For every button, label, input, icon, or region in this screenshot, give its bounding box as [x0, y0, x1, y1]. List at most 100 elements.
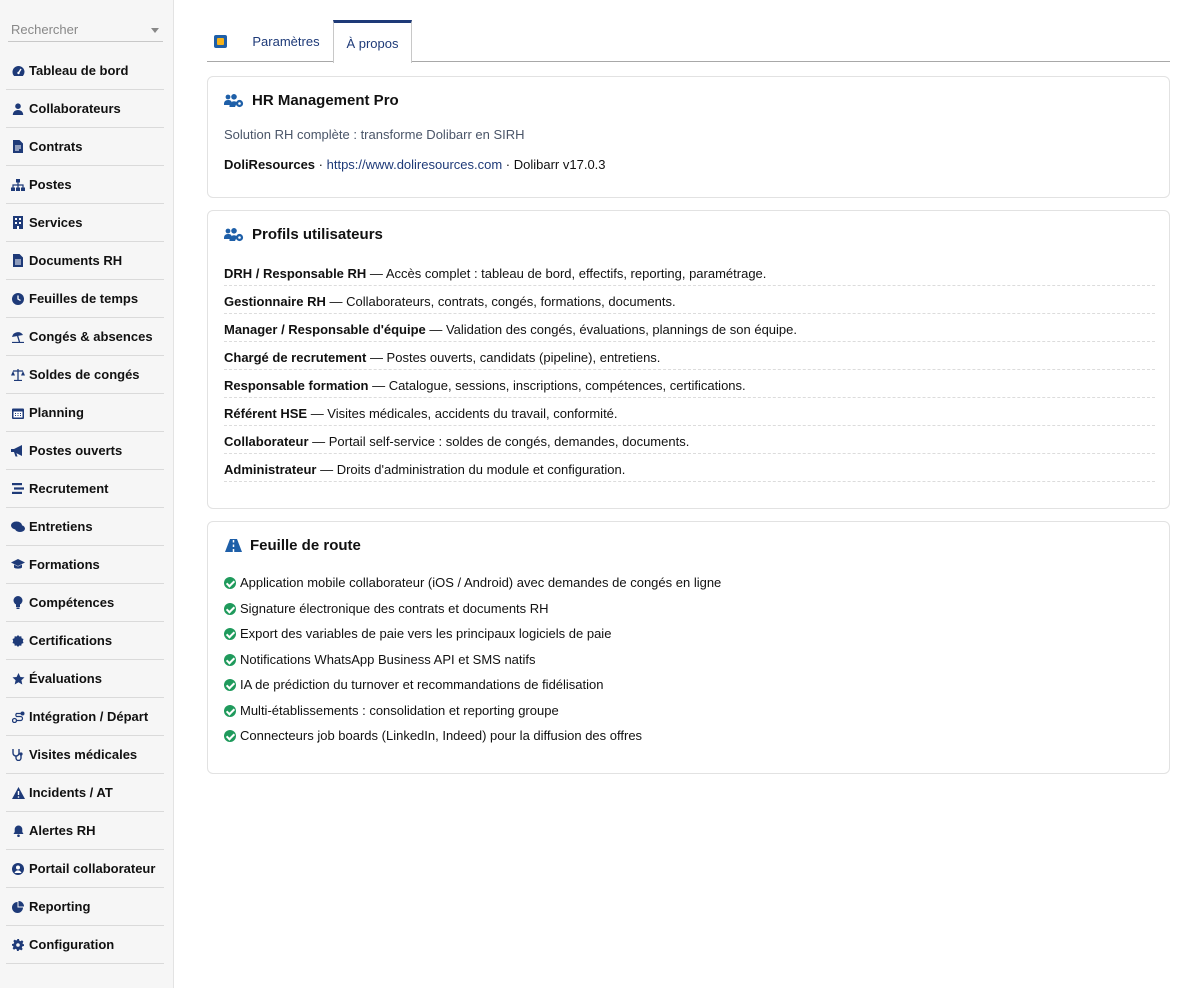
tab-label: À propos: [346, 35, 399, 51]
star-icon: [11, 672, 25, 686]
sidebar-item-label: Certifications: [29, 633, 113, 648]
profile-role: Chargé de recrutement: [224, 350, 367, 365]
check-circle-icon: [224, 602, 236, 615]
profile-row: DRH / Responsable RH — Accès complet : t…: [224, 266, 1155, 286]
sidebar-item-formations[interactable]: Formations: [6, 546, 164, 584]
sidebar-menu: Tableau de bord Collaborateurs Contrats …: [6, 52, 164, 964]
about-subtitle: Solution RH complète : transforme Doliba…: [224, 127, 525, 142]
sidebar-item-postes-ouverts[interactable]: Postes ouverts: [6, 432, 164, 470]
roadmap-item: Multi-établissements : consolidation et …: [224, 703, 559, 718]
sidebar-item-integration-depart[interactable]: Intégration / Départ: [6, 698, 164, 736]
stethoscope-icon: [11, 748, 25, 762]
sidebar-item-portail-collaborateur[interactable]: Portail collaborateur: [6, 850, 164, 888]
profile-desc: — Catalogue, sessions, inscriptions, com…: [368, 378, 746, 393]
sidebar-item-reporting[interactable]: Reporting: [6, 888, 164, 926]
sidebar-item-documents-rh[interactable]: Documents RH: [6, 242, 164, 280]
profile-desc: — Accès complet : tableau de bord, effec…: [366, 266, 767, 281]
profile-row: Administrateur — Droits d'administration…: [224, 462, 1155, 482]
roadmap-title-text: Feuille de route: [250, 537, 361, 554]
sidebar-item-certifications[interactable]: Certifications: [6, 622, 164, 660]
sidebar-item-conges-absences[interactable]: Congés & absences: [6, 318, 164, 356]
sidebar-item-label: Soldes de congés: [29, 367, 140, 382]
about-meta: DoliResources · https://www.doliresource…: [224, 157, 606, 172]
profile-desc: — Portail self-service : soldes de congé…: [308, 434, 690, 449]
profile-desc: — Postes ouverts, candidats (pipeline), …: [366, 350, 661, 365]
profile-row: Collaborateur — Portail self-service : s…: [224, 434, 1155, 454]
user-icon: [11, 102, 25, 116]
bell-icon: [11, 824, 25, 838]
sidebar-item-alertes-rh[interactable]: Alertes RH: [6, 812, 164, 850]
profile-desc: — Validation des congés, évaluations, pl…: [425, 322, 797, 337]
dashboard-icon: [11, 64, 25, 78]
chevron-down-icon[interactable]: [151, 28, 159, 33]
sidebar-item-entretiens[interactable]: Entretiens: [6, 508, 164, 546]
certificate-icon: [11, 634, 25, 648]
search-placeholder: Rechercher: [11, 22, 79, 37]
roadmap-item-text: Multi-établissements : consolidation et …: [240, 703, 559, 718]
sidebar-item-label: Recrutement: [29, 481, 109, 496]
sidebar-item-label: Congés & absences: [29, 329, 153, 344]
search-select[interactable]: Rechercher: [8, 18, 163, 42]
sidebar-item-configuration[interactable]: Configuration: [6, 926, 164, 964]
about-title-text: HR Management Pro: [252, 92, 399, 109]
profile-role: Référent HSE: [224, 406, 308, 421]
sidebar-item-collaborateurs[interactable]: Collaborateurs: [6, 90, 164, 128]
clock-icon: [11, 292, 25, 306]
sidebar-item-label: Collaborateurs: [29, 101, 121, 116]
profile-role: DRH / Responsable RH: [224, 266, 367, 281]
roadmap-item: Notifications WhatsApp Business API et S…: [224, 652, 536, 667]
vendor-name: DoliResources: [224, 157, 316, 172]
roadmap-item: IA de prédiction du turnover et recomman…: [224, 677, 604, 692]
sidebar-item-evaluations[interactable]: Évaluations: [6, 660, 164, 698]
sidebar-item-label: Documents RH: [29, 253, 123, 268]
sidebar-item-label: Alertes RH: [29, 823, 96, 838]
lightbulb-icon: [11, 596, 25, 610]
users-cog-icon: [224, 227, 244, 243]
check-circle-icon: [224, 678, 236, 691]
tab-bar: Paramètres À propos: [207, 20, 1170, 63]
check-circle-icon: [224, 729, 236, 742]
road-icon: [224, 538, 242, 554]
profile-role: Manager / Responsable d'équipe: [224, 322, 426, 337]
bullhorn-icon: [11, 444, 25, 458]
profile-role: Responsable formation: [224, 378, 369, 393]
sidebar-item-tableau-de-bord[interactable]: Tableau de bord: [6, 52, 164, 90]
warning-icon: [11, 786, 25, 800]
sidebar-item-soldes-de-conges[interactable]: Soldes de congés: [6, 356, 164, 394]
sidebar-item-feuilles-de-temps[interactable]: Feuilles de temps: [6, 280, 164, 318]
sidebar-item-contrats[interactable]: Contrats: [6, 128, 164, 166]
vendor-link[interactable]: https://www.doliresources.com: [327, 157, 503, 172]
roadmap-item: Signature électronique des contrats et d…: [224, 601, 549, 616]
umbrella-beach-icon: [11, 330, 25, 344]
sidebar-item-label: Contrats: [29, 139, 83, 154]
profiles-card: Profils utilisateurs DRH / Responsable R…: [207, 210, 1170, 509]
tab-parametres[interactable]: Paramètres: [245, 20, 327, 62]
sidebar-item-label: Postes: [29, 177, 72, 192]
sidebar-item-label: Formations: [29, 557, 100, 572]
roadmap-item-text: IA de prédiction du turnover et recomman…: [240, 677, 604, 692]
roadmap-item-text: Application mobile collaborateur (iOS / …: [240, 575, 722, 590]
check-circle-icon: [224, 576, 236, 589]
sidebar-item-label: Intégration / Départ: [29, 709, 149, 724]
sidebar-item-services[interactable]: Services: [6, 204, 164, 242]
sidebar-item-recrutement[interactable]: Recrutement: [6, 470, 164, 508]
about-card: HR Management Pro Solution RH complète :…: [207, 76, 1170, 198]
roadmap-item: Application mobile collaborateur (iOS / …: [224, 575, 721, 590]
sidebar-item-visites-medicales[interactable]: Visites médicales: [6, 736, 164, 774]
check-circle-icon: [224, 704, 236, 717]
tab-module-logo[interactable]: [207, 20, 233, 62]
roadmap-item-text: Notifications WhatsApp Business API et S…: [240, 652, 536, 667]
sidebar-item-postes[interactable]: Postes: [6, 166, 164, 204]
profiles-title-text: Profils utilisateurs: [252, 226, 383, 243]
sidebar-item-incidents-at[interactable]: Incidents / AT: [6, 774, 164, 812]
org-chart-icon: [11, 178, 25, 192]
profile-desc: — Droits d'administration du module et c…: [316, 462, 626, 477]
profile-row: Manager / Responsable d'équipe — Validat…: [224, 322, 1155, 342]
sidebar-item-planning[interactable]: Planning: [6, 394, 164, 432]
roadmap-item-text: Export des variables de paie vers les pr…: [240, 626, 612, 641]
sidebar-item-competences[interactable]: Compétences: [6, 584, 164, 622]
user-circle-icon: [11, 862, 25, 876]
tab-a-propos[interactable]: À propos: [333, 20, 412, 63]
sidebar: Rechercher Tableau de bord Collaborateur…: [0, 0, 174, 988]
profile-row: Responsable formation — Catalogue, sessi…: [224, 378, 1155, 398]
